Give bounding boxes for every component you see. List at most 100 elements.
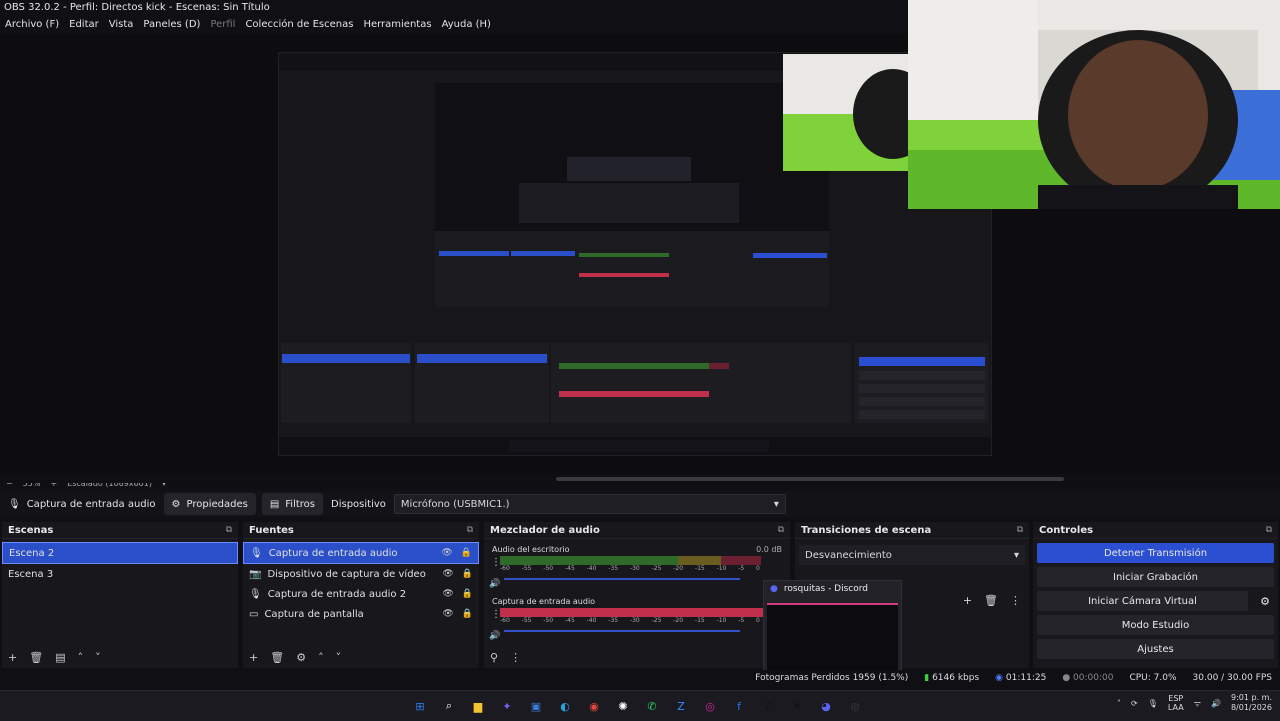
x-icon[interactable]: ✕: [787, 696, 807, 716]
control-button[interactable]: Modo Estudio: [1037, 615, 1274, 635]
channel-menu-icon[interactable]: ⋮: [491, 557, 501, 568]
add-icon[interactable]: +: [249, 651, 258, 664]
menu-item[interactable]: Herramientas: [358, 16, 436, 34]
device-select[interactable]: Micrófono (USBMIC1.) ▾: [393, 494, 786, 514]
scrollbar-thumb[interactable]: [556, 477, 1064, 481]
lock-icon[interactable]: 🔒: [461, 548, 472, 558]
copilot-icon[interactable]: ✦: [497, 696, 517, 716]
tick-label: -45: [564, 565, 575, 572]
discord-preview-popup[interactable]: ● rosquitas - Discord: [763, 580, 902, 678]
up-icon[interactable]: ˄: [318, 651, 324, 664]
eye-icon[interactable]: 👁: [442, 609, 453, 619]
add-icon[interactable]: +: [963, 594, 972, 607]
menu-item[interactable]: Ayuda (H): [437, 16, 496, 34]
lock-icon[interactable]: 🔒: [462, 609, 473, 619]
clock[interactable]: 9:01 p. m. 8/01/2026: [1231, 693, 1272, 713]
tick-label: -25: [651, 565, 662, 572]
menu-item[interactable]: Archivo (F): [0, 16, 64, 34]
control-button[interactable]: Iniciar Cámara Virtual ⚙: [1037, 591, 1270, 611]
tick-label: -20: [673, 565, 684, 572]
eye-icon[interactable]: 👁: [442, 589, 453, 599]
menu-item[interactable]: Paneles (D): [138, 16, 205, 34]
chrome-icon[interactable]: ◉: [584, 696, 604, 716]
menu-item[interactable]: Editar: [64, 16, 104, 34]
source-item[interactable]: 🎙 Captura de entrada audio 2 👁 🔒: [243, 584, 479, 604]
bitrate-value: 6146 kbps: [932, 673, 980, 683]
menu-item[interactable]: Vista: [104, 16, 139, 34]
lock-icon[interactable]: 🔒: [462, 589, 473, 599]
tiktok-icon[interactable]: ♪: [758, 696, 778, 716]
chevron-up-icon[interactable]: ˄: [1117, 699, 1121, 708]
zoom-icon[interactable]: Z: [671, 696, 691, 716]
obs-icon[interactable]: ◍: [845, 696, 865, 716]
undock-icon[interactable]: ⧉: [467, 525, 473, 535]
trash-icon[interactable]: 🗑: [984, 594, 998, 607]
volume-icon[interactable]: 🔊: [1211, 699, 1221, 708]
whatsapp-icon[interactable]: ✆: [642, 696, 662, 716]
lock-icon[interactable]: 🔒: [462, 569, 473, 579]
source-label: Captura de pantalla: [264, 608, 364, 620]
scene-item[interactable]: Escena 3: [2, 564, 238, 584]
gear-icon[interactable]: ⚙: [1260, 595, 1270, 608]
rec-time-value: 00:00:00: [1073, 673, 1114, 683]
sync-icon[interactable]: ⟳: [1131, 699, 1138, 708]
mixer-channels: Audio del escritorio 0.0 dB -60 -55 -50 -45 -4…: [484, 545, 790, 649]
down-icon[interactable]: ˅: [95, 651, 101, 664]
up-icon[interactable]: ˄: [78, 651, 84, 664]
more-icon[interactable]: ⋮: [1010, 594, 1021, 607]
undock-icon[interactable]: ⧉: [226, 525, 232, 535]
tick-label: -35: [608, 617, 619, 624]
control-button[interactable]: Ajustes: [1037, 639, 1274, 659]
store-icon[interactable]: ▣: [526, 696, 546, 716]
down-icon[interactable]: ˅: [336, 651, 342, 664]
scene-item[interactable]: Escena 2: [2, 542, 238, 564]
control-button[interactable]: Iniciar Grabación: [1037, 567, 1274, 587]
discord-icon: ●: [770, 584, 778, 594]
source-item[interactable]: 🎙 Captura de entrada audio 👁 🔒: [243, 542, 479, 564]
meter-yellow: [678, 608, 722, 617]
speaker-icon[interactable]: 🔊: [489, 631, 500, 641]
chevron-down-icon: ▾: [1013, 549, 1019, 561]
add-icon[interactable]: +: [8, 651, 17, 664]
trash-icon[interactable]: 🗑: [29, 651, 43, 664]
eye-icon[interactable]: 👁: [442, 569, 453, 579]
menu-item[interactable]: Perfil: [205, 16, 240, 34]
properties-button[interactable]: ⚙ Propiedades: [163, 493, 256, 515]
undock-icon[interactable]: ⧉: [778, 525, 784, 535]
sources-dock: Fuentes ⧉ 🎙 Captura de entrada audio 👁 🔒 📷 Dis…: [243, 522, 479, 668]
transition-select[interactable]: Desvanecimiento ▾: [799, 545, 1025, 565]
microphone-icon[interactable]: 🎙: [1148, 699, 1158, 708]
preview-scrollbar[interactable]: [0, 475, 1280, 483]
link-icon[interactable]: ⚲: [490, 651, 498, 664]
filter-icon[interactable]: ▤: [55, 651, 65, 664]
file-explorer-icon[interactable]: ▆: [468, 696, 488, 716]
more-icon[interactable]: ⋮: [510, 651, 521, 664]
search-icon[interactable]: ⌕: [439, 696, 459, 716]
wifi-icon[interactable]: ᯤ: [1194, 698, 1201, 709]
controls-title: Controles: [1039, 524, 1094, 536]
menu-item[interactable]: Colección de Escenas: [240, 16, 358, 34]
tick-label: -50: [543, 617, 554, 624]
eye-icon[interactable]: 👁: [441, 548, 452, 558]
trash-icon[interactable]: 🗑: [270, 651, 284, 664]
chatgpt-icon[interactable]: ✺: [613, 696, 633, 716]
broadcast-icon: ◉: [995, 673, 1004, 683]
control-button[interactable]: Detener Transmisión: [1037, 543, 1274, 563]
windows-start-icon[interactable]: ⊞: [410, 696, 430, 716]
source-item[interactable]: 📷 Dispositivo de captura de vídeo 👁 🔒: [243, 564, 479, 584]
source-item[interactable]: ▭ Captura de pantalla 👁 🔒: [243, 604, 479, 624]
discord-icon[interactable]: ◕: [816, 696, 836, 716]
undock-icon[interactable]: ⧉: [1266, 525, 1272, 535]
undock-icon[interactable]: ⧉: [1017, 525, 1023, 535]
filters-button[interactable]: ▤ Filtros: [261, 493, 324, 515]
speaker-icon[interactable]: 🔊: [489, 579, 500, 589]
edge-icon[interactable]: ◐: [555, 696, 575, 716]
gear-icon[interactable]: ⚙: [296, 651, 306, 664]
volume-slider[interactable]: [504, 578, 740, 580]
channel-menu-icon[interactable]: ⋮: [491, 609, 501, 620]
instagram-icon[interactable]: ◎: [700, 696, 720, 716]
window-title: OBS 32.0.2 - Perfil: Directos kick - Esc…: [0, 0, 912, 16]
volume-slider[interactable]: [504, 630, 740, 632]
language[interactable]: ESP LAA: [1168, 694, 1184, 712]
facebook-icon[interactable]: f: [729, 696, 749, 716]
